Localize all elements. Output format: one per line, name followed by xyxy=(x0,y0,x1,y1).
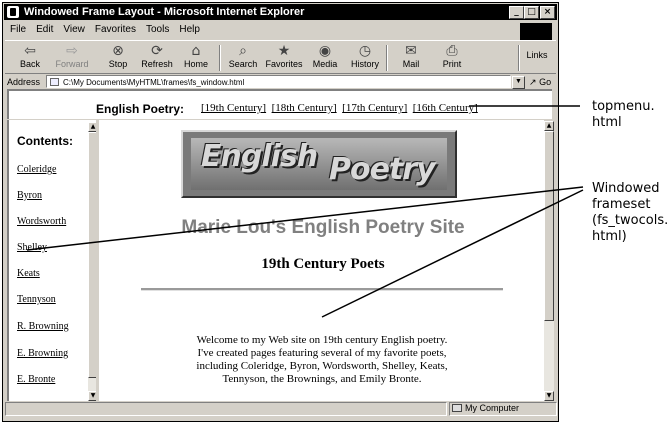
frameset-callout: Windowed frameset (fs_twocols. html) xyxy=(592,181,668,245)
callout-text: frameset xyxy=(592,197,651,212)
frameset-callout-line-left xyxy=(26,186,584,251)
callout-text: topmenu. xyxy=(592,99,655,114)
callout-text: html xyxy=(592,115,622,130)
callout-text: Windowed xyxy=(592,181,660,196)
topmenu-callout: topmenu. html xyxy=(592,99,655,131)
callout-lines xyxy=(26,105,584,318)
frameset-callout-line-main xyxy=(321,189,584,318)
callout-text: (fs_twocols. xyxy=(592,213,669,228)
callout-text: html) xyxy=(592,229,627,244)
